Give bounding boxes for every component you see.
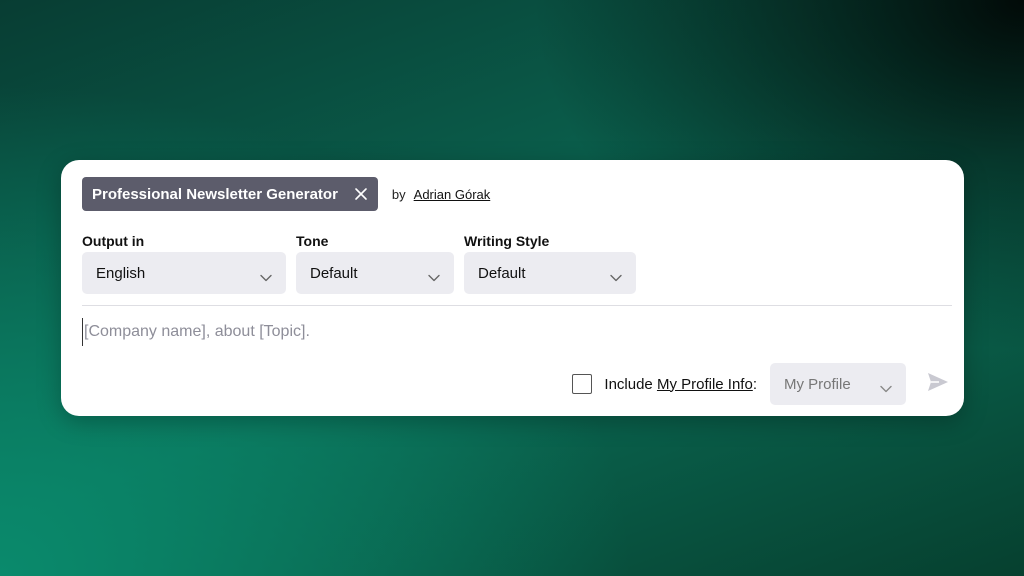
output-field: Output in English	[82, 232, 286, 294]
by-label: by	[391, 186, 406, 202]
include-profile-checkbox[interactable]	[572, 374, 593, 394]
style-field: Writing Style Default	[464, 232, 636, 294]
prompt-title: Professional Newsletter Generator	[92, 185, 338, 203]
include-label: Include My Profile Info:	[604, 376, 757, 393]
profile-select[interactable]: My Profile	[770, 363, 906, 405]
prompt-input[interactable]	[82, 318, 942, 346]
send-button[interactable]	[926, 372, 950, 396]
prompt-header: Professional Newsletter Generator by Adr…	[82, 177, 490, 211]
style-label: Writing Style	[464, 233, 550, 249]
divider	[82, 305, 952, 306]
tone-select[interactable]: Default	[296, 252, 454, 294]
output-label: Output in	[82, 233, 145, 249]
writing-style-select[interactable]: Default	[464, 252, 636, 294]
tone-value: Default	[310, 264, 358, 282]
prompt-badge: Professional Newsletter Generator	[82, 177, 378, 211]
output-language-value: English	[96, 264, 146, 282]
chevron-down-icon	[880, 380, 892, 393]
output-language-select[interactable]: English	[82, 252, 286, 294]
tone-field: Tone Default	[296, 232, 454, 294]
chevron-down-icon	[260, 269, 272, 282]
options-row: Output in English Tone Default Writing S…	[82, 232, 646, 294]
include-word: Include	[604, 375, 653, 393]
prompt-card: Professional Newsletter Generator by Adr…	[61, 160, 964, 416]
profile-info-link[interactable]: My Profile Info	[657, 376, 753, 393]
profile-select-value: My Profile	[784, 375, 851, 393]
chevron-down-icon	[428, 269, 440, 282]
chevron-down-icon	[610, 269, 622, 282]
close-icon[interactable]	[354, 187, 368, 201]
send-icon	[927, 372, 949, 397]
author-link[interactable]: Adrian Górak	[414, 187, 491, 202]
tone-label: Tone	[296, 233, 329, 249]
writing-style-value: Default	[478, 264, 526, 282]
footer-row: Include My Profile Info: My Profile	[572, 363, 950, 405]
colon: :	[752, 375, 757, 393]
